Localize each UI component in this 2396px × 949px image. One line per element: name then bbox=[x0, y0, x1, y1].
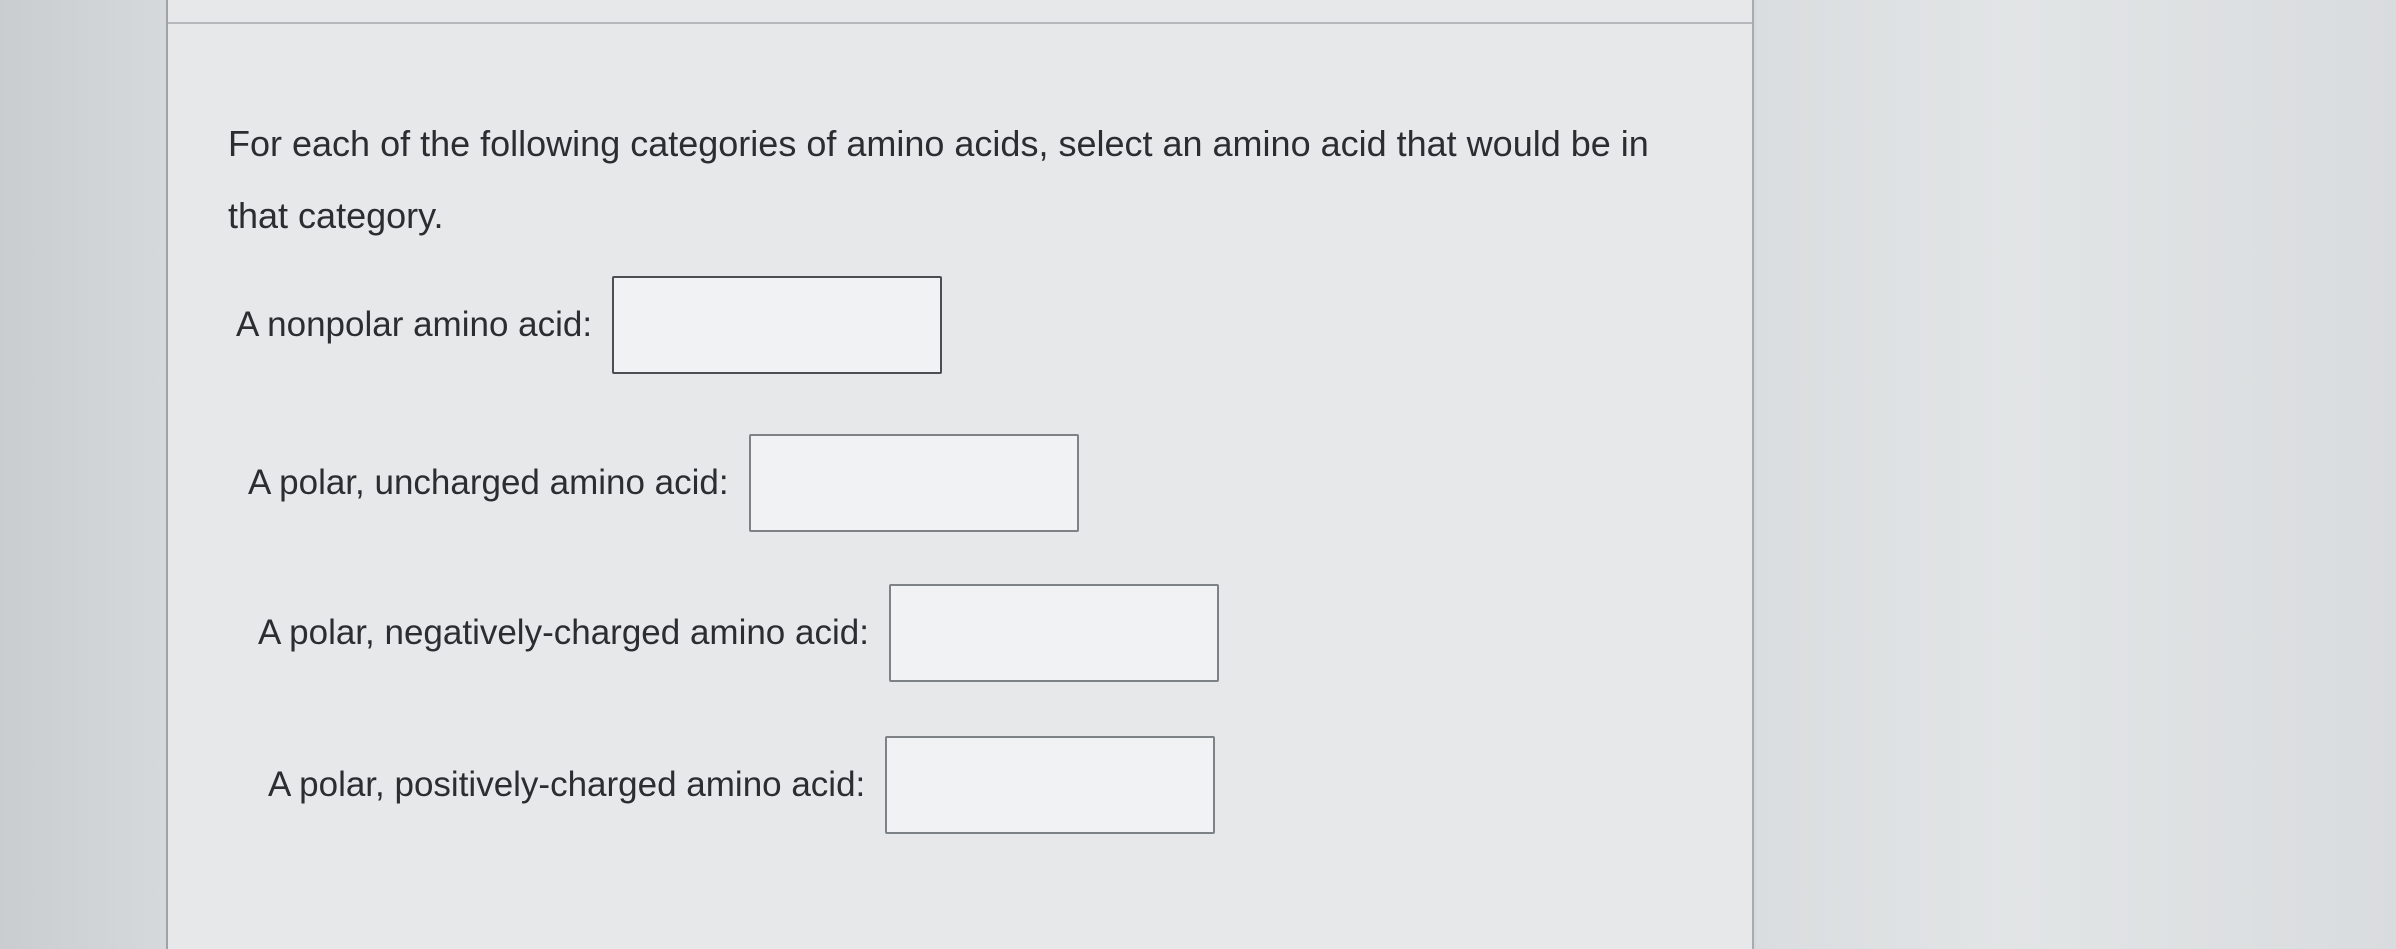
right-background bbox=[1756, 0, 2396, 949]
field-row-polar-uncharged: A polar, uncharged amino acid: bbox=[248, 434, 1079, 532]
panel-top-divider bbox=[168, 22, 1752, 24]
field-row-nonpolar: A nonpolar amino acid: bbox=[236, 276, 943, 374]
answer-box-polar-negative[interactable] bbox=[888, 584, 1219, 682]
field-row-polar-negative: A polar, negatively-charged amino acid: bbox=[258, 584, 1219, 682]
field-label-nonpolar: A nonpolar amino acid: bbox=[236, 305, 593, 344]
question-prompt: For each of the following categories of … bbox=[228, 123, 1649, 236]
answer-box-nonpolar[interactable] bbox=[612, 276, 943, 374]
left-background bbox=[0, 0, 166, 949]
field-label-polar-uncharged: A polar, uncharged amino acid: bbox=[248, 463, 729, 502]
field-label-polar-positive: A polar, positively-charged amino acid: bbox=[268, 765, 866, 804]
answer-box-polar-positive[interactable] bbox=[885, 736, 1216, 834]
field-label-polar-negative: A polar, negatively-charged amino acid: bbox=[258, 613, 869, 652]
field-row-polar-positive: A polar, positively-charged amino acid: bbox=[268, 736, 1216, 834]
answer-box-polar-uncharged[interactable] bbox=[748, 434, 1079, 532]
